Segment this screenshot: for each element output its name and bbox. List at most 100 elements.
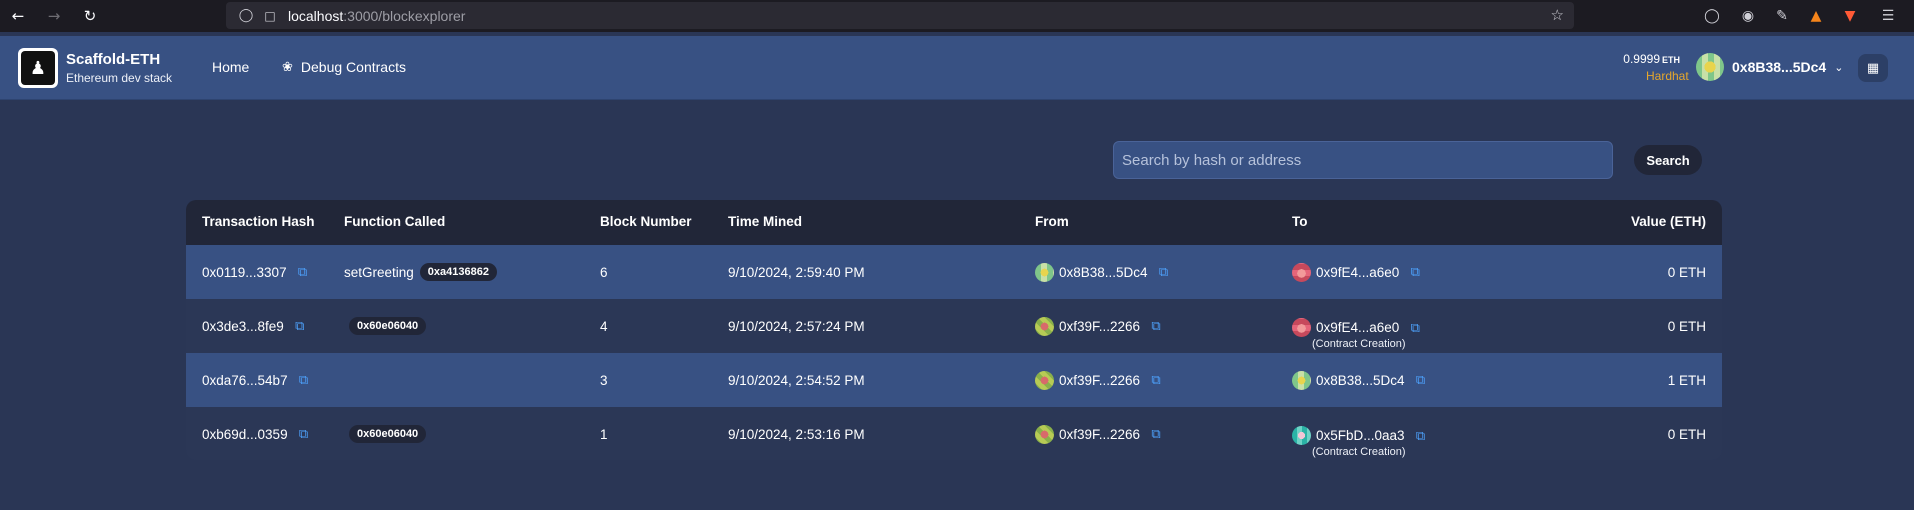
brave-icon[interactable]: ▼: [1836, 0, 1864, 32]
metamask-icon[interactable]: ▲: [1802, 0, 1830, 32]
from-address-link[interactable]: 0xf39F...2266: [1059, 319, 1140, 334]
search-input[interactable]: [1113, 141, 1613, 179]
search-button[interactable]: Search: [1634, 145, 1702, 175]
from-cell: 0x8B38...5Dc4 ⧉: [1035, 245, 1172, 299]
copy-icon[interactable]: ⧉: [1407, 264, 1423, 280]
balance-display: 0.9999 ETH: [1600, 52, 1680, 66]
hash-cell: 0x0119...3307 ⧉: [202, 245, 311, 299]
address-bar[interactable]: ◯ □ localhost:3000/blockexplorer ☆: [226, 2, 1574, 29]
block-number: 1: [600, 426, 608, 442]
to-address-link[interactable]: 0x8B38...5Dc4: [1316, 373, 1405, 388]
value-cell: 0 ETH: [1667, 318, 1706, 334]
function-selector-badge: 0xa4136862: [419, 263, 497, 281]
time-mined: 9/10/2024, 2:53:16 PM: [728, 426, 865, 442]
page-icon: □: [264, 8, 276, 23]
forward-icon[interactable]: →: [36, 0, 72, 32]
from-cell: 0xf39F...2266 ⧉: [1035, 353, 1164, 407]
contract-creation-note: (Contract Creation): [1312, 446, 1406, 458]
from-cell: 0xf39F...2266 ⧉: [1035, 299, 1164, 353]
from-address-link[interactable]: 0x8B38...5Dc4: [1059, 265, 1148, 280]
from-avatar: [1035, 316, 1054, 336]
transaction-hash-link[interactable]: 0x0119...3307: [202, 265, 287, 280]
browser-toolbar: ← → ↻ ◯ □ localhost:3000/blockexplorer ☆…: [0, 0, 1914, 32]
nav-debug-contracts-link[interactable]: ❀ Debug Contracts: [282, 59, 406, 75]
transaction-hash-link[interactable]: 0x3de3...8fe9: [202, 319, 284, 334]
function-name: setGreeting: [344, 264, 414, 280]
column-header-from: From: [1035, 214, 1069, 229]
network-name: Hardhat: [1646, 69, 1689, 83]
column-header-time: Time Mined: [728, 214, 803, 229]
block-number: 6: [600, 264, 608, 280]
transaction-hash-link[interactable]: 0xb69d...0359: [202, 427, 288, 442]
contract-creation-note: (Contract Creation): [1312, 338, 1406, 350]
column-header-function: Function Called: [344, 214, 446, 229]
url-text[interactable]: localhost:3000/blockexplorer: [288, 8, 465, 24]
to-address-link[interactable]: 0x5FbD...0aa3: [1316, 428, 1405, 443]
hash-cell: 0x3de3...8fe9 ⧉: [202, 299, 308, 353]
time-mined: 9/10/2024, 2:59:40 PM: [728, 264, 865, 280]
hash-cell: 0xb69d...0359 ⧉: [202, 407, 312, 460]
account-avatar: [1696, 53, 1724, 81]
account-icon[interactable]: ◉: [1734, 0, 1762, 32]
time-mined: 9/10/2024, 2:54:52 PM: [728, 372, 865, 388]
function-cell: setGreeting 0xa4136862: [344, 245, 497, 299]
extensions-icon[interactable]: ✎: [1768, 0, 1796, 32]
table-row[interactable]: 0xda76...54b7 ⧉ 3 9/10/2024, 2:54:52 PM 0…: [186, 353, 1722, 407]
to-cell: 0x5FbD...0aa3 ⧉ (Contract Creation): [1292, 415, 1429, 460]
app-header: ♟ Scaffold-ETH Ethereum dev stack Home ❀…: [0, 36, 1914, 100]
copy-icon[interactable]: ⧉: [296, 372, 312, 388]
copy-icon[interactable]: ⧉: [1156, 264, 1172, 280]
from-avatar: [1035, 424, 1054, 444]
qr-code-icon: ▦: [1866, 60, 1880, 76]
value-cell: 0 ETH: [1667, 264, 1706, 280]
copy-icon[interactable]: ⧉: [292, 318, 308, 334]
balance-unit: ETH: [1662, 55, 1680, 65]
copy-icon[interactable]: ⧉: [1148, 426, 1164, 442]
nav-debug-label: Debug Contracts: [300, 59, 406, 75]
from-avatar: [1035, 262, 1054, 282]
transaction-hash-link[interactable]: 0xda76...54b7: [202, 373, 288, 388]
balance-value: 0.9999: [1623, 52, 1660, 66]
bookmark-star-icon[interactable]: ☆: [1551, 6, 1564, 24]
hash-cell: 0xda76...54b7 ⧉: [202, 353, 312, 407]
qr-code-button[interactable]: ▦: [1858, 54, 1888, 82]
back-icon[interactable]: ←: [0, 0, 36, 32]
brand-title[interactable]: Scaffold-ETH: [66, 51, 160, 68]
to-avatar: [1292, 262, 1311, 282]
from-cell: 0xf39F...2266 ⧉: [1035, 407, 1164, 460]
table-row[interactable]: 0xb69d...0359 ⧉ 0x60e06040 1 9/10/2024, 2…: [186, 407, 1722, 460]
function-selector-badge: 0x60e06040: [349, 425, 427, 443]
menu-icon[interactable]: ☰: [1874, 0, 1902, 32]
nav-home-link[interactable]: Home: [212, 59, 249, 75]
account-dropdown-button[interactable]: 0x8B38...5Dc4 ⌄: [1692, 50, 1852, 84]
from-avatar: [1035, 370, 1054, 390]
column-header-to: To: [1292, 214, 1308, 229]
block-number: 3: [600, 372, 608, 388]
function-selector-badge: 0x60e06040: [349, 317, 427, 335]
copy-icon[interactable]: ⧉: [1413, 428, 1429, 444]
bug-icon: ❀: [282, 59, 293, 74]
column-header-value: Value (ETH): [1630, 214, 1706, 229]
from-address-link[interactable]: 0xf39F...2266: [1059, 373, 1140, 388]
copy-icon[interactable]: ⧉: [295, 264, 311, 280]
copy-icon[interactable]: ⧉: [1413, 372, 1429, 388]
value-cell: 1 ETH: [1667, 372, 1706, 388]
copy-icon[interactable]: ⧉: [1148, 372, 1164, 388]
copy-icon[interactable]: ⧉: [1407, 320, 1423, 336]
to-avatar: [1292, 370, 1311, 390]
to-address-link[interactable]: 0x9fE4...a6e0: [1316, 265, 1399, 280]
pocket-icon[interactable]: ◯: [1698, 0, 1726, 32]
scaffold-eth-logo[interactable]: ♟: [18, 48, 58, 88]
table-row[interactable]: 0x3de3...8fe9 ⧉ 0x60e06040 4 9/10/2024, 2…: [186, 299, 1722, 353]
reload-icon[interactable]: ↻: [72, 0, 108, 32]
shield-icon[interactable]: ◯: [232, 8, 260, 23]
time-mined: 9/10/2024, 2:57:24 PM: [728, 318, 865, 334]
column-header-hash: Transaction Hash: [202, 214, 315, 229]
table-row[interactable]: 0x0119...3307 ⧉ setGreeting 0xa4136862 6 9…: [186, 245, 1722, 299]
to-address-link[interactable]: 0x9fE4...a6e0: [1316, 320, 1399, 335]
copy-icon[interactable]: ⧉: [1148, 318, 1164, 334]
to-cell: 0x9fE4...a6e0 ⧉: [1292, 245, 1423, 299]
from-address-link[interactable]: 0xf39F...2266: [1059, 427, 1140, 442]
account-address: 0x8B38...5Dc4: [1732, 59, 1827, 75]
copy-icon[interactable]: ⧉: [296, 426, 312, 442]
